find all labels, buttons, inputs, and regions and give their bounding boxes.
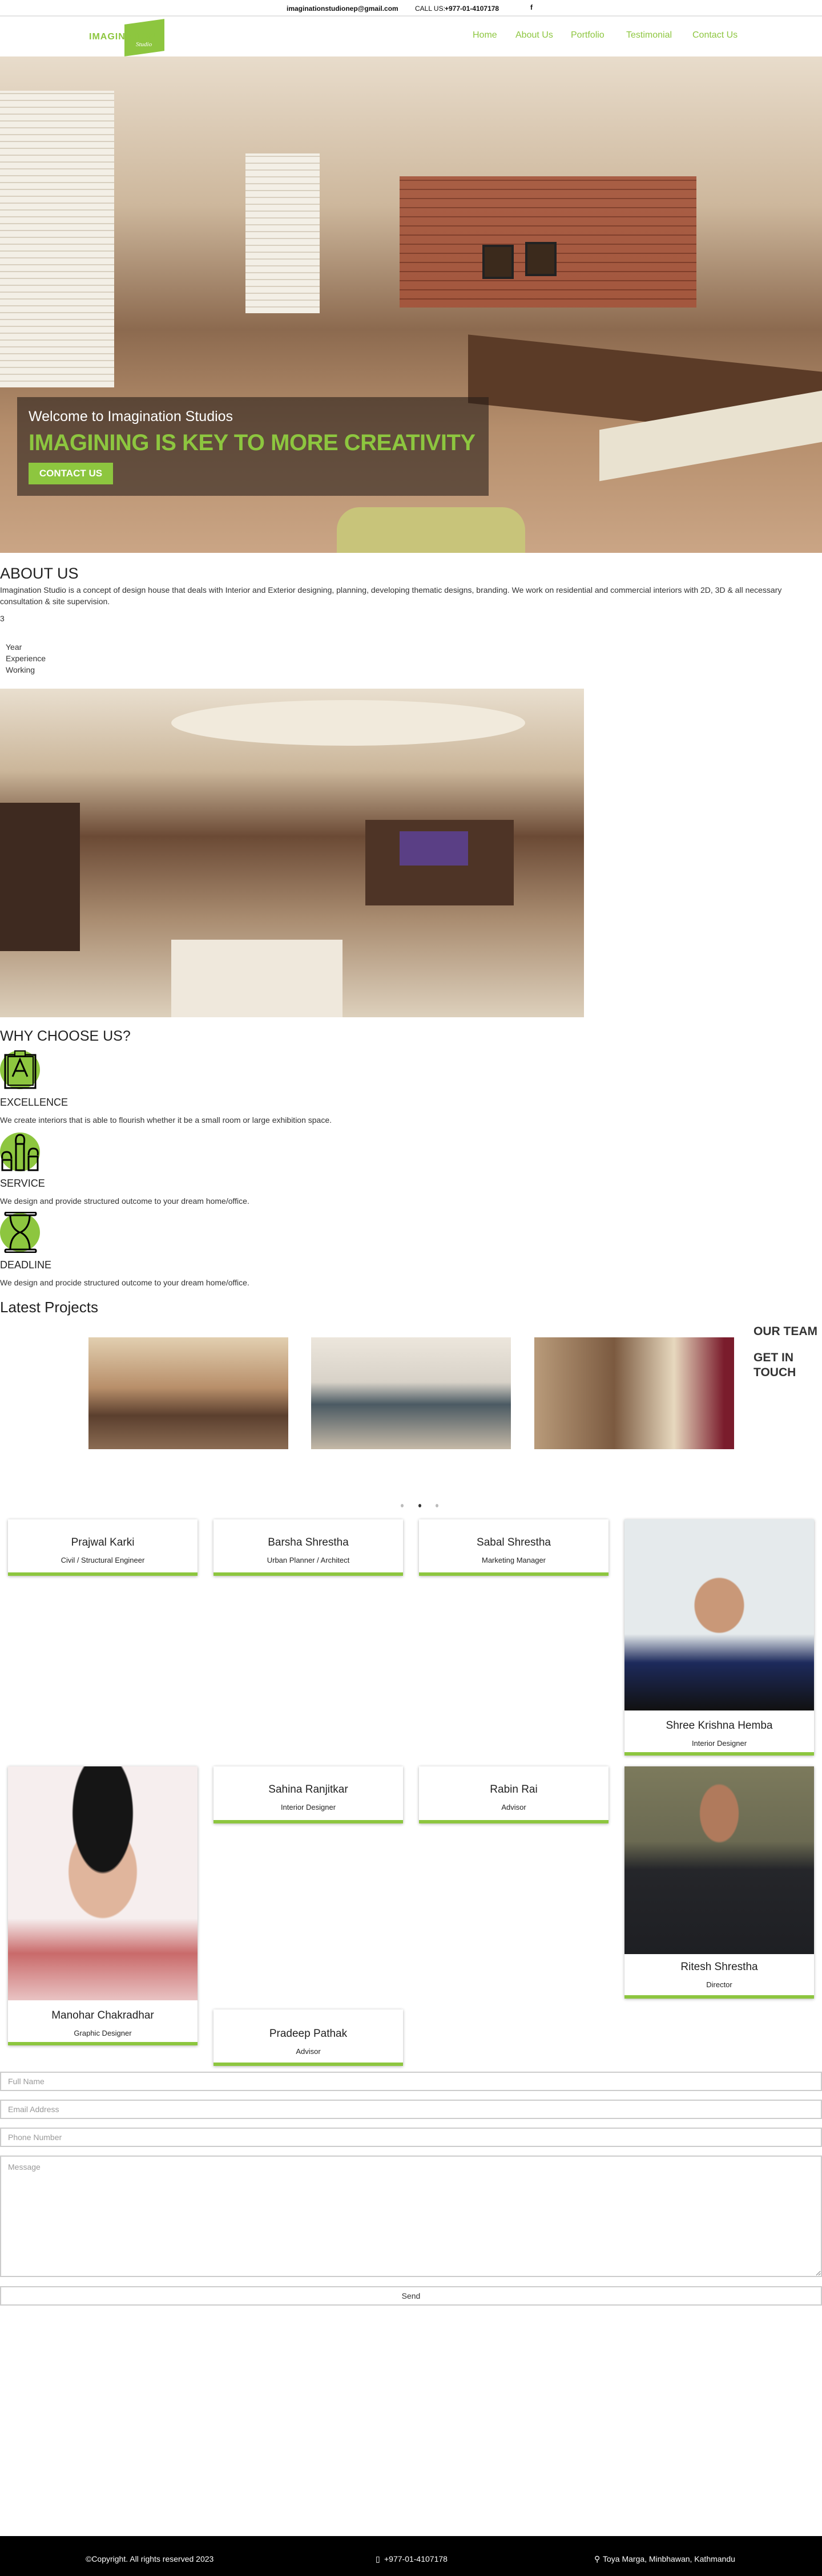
hero-caption: Welcome to Imagination Studios IMAGINING… bbox=[17, 397, 489, 496]
team-card: Shree Krishna Hemba Interior Designer bbox=[624, 1519, 814, 1756]
team-card: Sabal Shrestha Marketing Manager bbox=[419, 1519, 609, 1576]
nav-testimonial[interactable]: Testimonial bbox=[626, 30, 672, 41]
projects-title: Latest Projects bbox=[0, 1299, 98, 1316]
contact-email[interactable]: imaginationstudionep@gmail.com bbox=[287, 5, 398, 13]
stat-experience: Experience bbox=[6, 654, 46, 663]
team-photo bbox=[624, 1766, 814, 1954]
phone-icon: ▯ bbox=[376, 2554, 380, 2563]
carousel-dot-1[interactable] bbox=[401, 1504, 404, 1507]
feature-title-deadline: DEADLINE bbox=[0, 1259, 52, 1271]
footer-phone[interactable]: +977-01-4107178 bbox=[384, 2554, 448, 2563]
team-role: Graphic Designer bbox=[74, 2029, 132, 2037]
hero-welcome: Welcome to Imagination Studios bbox=[29, 409, 233, 424]
team-name: Shree Krishna Hemba bbox=[666, 1720, 773, 1732]
footer-address: Toya Marga, Minbhawan, Kathmandu bbox=[603, 2554, 735, 2563]
feature-text-deadline: We design and procide structured outcome… bbox=[0, 1278, 249, 1287]
nav-portfolio[interactable]: Portfolio bbox=[571, 30, 605, 41]
team-role: Marketing Manager bbox=[482, 1556, 546, 1564]
contact-us-button[interactable]: CONTACT US bbox=[29, 463, 113, 484]
team-card: Prajwal Karki Civil / Structural Engineer bbox=[8, 1519, 198, 1576]
project-image-2[interactable] bbox=[311, 1337, 511, 1449]
nav-about-us[interactable]: About Us bbox=[515, 30, 553, 41]
feature-title-service: SERVICE bbox=[0, 1178, 45, 1189]
facebook-icon[interactable]: f bbox=[530, 3, 533, 11]
team-card: Barsha Shrestha Urban Planner / Architect bbox=[213, 1519, 403, 1576]
phone-input[interactable] bbox=[0, 2128, 822, 2147]
team-role: Advisor bbox=[296, 2047, 321, 2056]
team-card: Pradeep Pathak Advisor bbox=[213, 2009, 403, 2066]
team-role: Director bbox=[706, 1980, 732, 1989]
full-name-input[interactable] bbox=[0, 2072, 822, 2091]
team-role: Interior Designer bbox=[280, 1803, 336, 1811]
carousel-dot-3[interactable] bbox=[436, 1504, 438, 1507]
footer: ©Copyright. All rights reserved 2023 ▯ +… bbox=[0, 2536, 822, 2576]
our-team-heading: OUR TEAM bbox=[754, 1325, 817, 1338]
hourglass-icon bbox=[0, 1212, 40, 1253]
team-role: Advisor bbox=[501, 1803, 526, 1811]
topbar-phone[interactable]: +977-01-4107178 bbox=[445, 5, 499, 13]
project-image-3[interactable] bbox=[534, 1337, 734, 1449]
clipboard-grade-icon bbox=[0, 1050, 40, 1089]
team-card: Ritesh Shrestha Director bbox=[624, 1766, 814, 1999]
team-card: Rabin Rai Advisor bbox=[419, 1766, 609, 1823]
team-name: Manohar Chakradhar bbox=[51, 2009, 154, 2021]
living-room-image bbox=[0, 689, 584, 1017]
years-count: 3 bbox=[0, 614, 5, 623]
team-name: Sahina Ranjitkar bbox=[268, 1784, 348, 1795]
team-name: Prajwal Karki bbox=[71, 1536, 135, 1548]
team-role: Interior Designer bbox=[691, 1739, 747, 1748]
nav-contact-us[interactable]: Contact Us bbox=[692, 30, 738, 41]
team-name: Pradeep Pathak bbox=[269, 2028, 348, 2040]
top-bar: imaginationstudionep@gmail.com CALL US: … bbox=[0, 0, 822, 17]
team-name: Ritesh Shrestha bbox=[680, 1961, 758, 1973]
email-input[interactable] bbox=[0, 2100, 822, 2119]
hero-headline: IMAGINING IS KEY TO MORE CREATIVITY bbox=[29, 430, 476, 455]
get-in-touch-heading: GET IN TOUCH bbox=[754, 1351, 796, 1379]
why-title: WHY CHOOSE US? bbox=[0, 1028, 131, 1044]
send-button[interactable]: Send bbox=[0, 2286, 822, 2306]
copyright: ©Copyright. All rights reserved 2023 bbox=[86, 2554, 214, 2563]
feature-title-excellence: EXCELLENCE bbox=[0, 1097, 68, 1108]
team-card: Manohar Chakradhar Graphic Designer bbox=[8, 1766, 198, 2045]
team-role: Civil / Structural Engineer bbox=[61, 1556, 145, 1564]
team-photo bbox=[624, 1519, 814, 1710]
team-photo bbox=[8, 1766, 198, 2000]
call-label: CALL US: bbox=[415, 5, 445, 13]
stat-working: Working bbox=[6, 665, 35, 674]
feature-text-excellence: We create interiors that is able to flou… bbox=[0, 1115, 332, 1125]
about-text: Imagination Studio is a concept of desig… bbox=[0, 585, 782, 606]
team-name: Sabal Shrestha bbox=[477, 1536, 551, 1548]
feature-text-service: We design and provide structured outcome… bbox=[0, 1196, 249, 1206]
team-name: Rabin Rai bbox=[490, 1784, 538, 1795]
map-pin-icon: ⚲ bbox=[594, 2554, 601, 2563]
raised-hands-icon bbox=[0, 1133, 40, 1171]
message-textarea[interactable] bbox=[0, 2156, 822, 2277]
logo[interactable]: IMAGINATION Studio bbox=[89, 19, 167, 56]
main-nav: IMAGINATION Studio Home About Us Portfol… bbox=[0, 17, 822, 56]
stat-year: Year bbox=[6, 642, 22, 652]
team-name: Barsha Shrestha bbox=[268, 1536, 349, 1548]
about-title: ABOUT US bbox=[0, 565, 79, 582]
team-card: Sahina Ranjitkar Interior Designer bbox=[213, 1766, 403, 1823]
nav-home[interactable]: Home bbox=[473, 30, 497, 41]
project-image-1[interactable] bbox=[88, 1337, 288, 1449]
carousel-dot-2[interactable] bbox=[418, 1504, 421, 1507]
hero-banner: Welcome to Imagination Studios IMAGINING… bbox=[0, 56, 822, 553]
team-role: Urban Planner / Architect bbox=[267, 1556, 350, 1564]
